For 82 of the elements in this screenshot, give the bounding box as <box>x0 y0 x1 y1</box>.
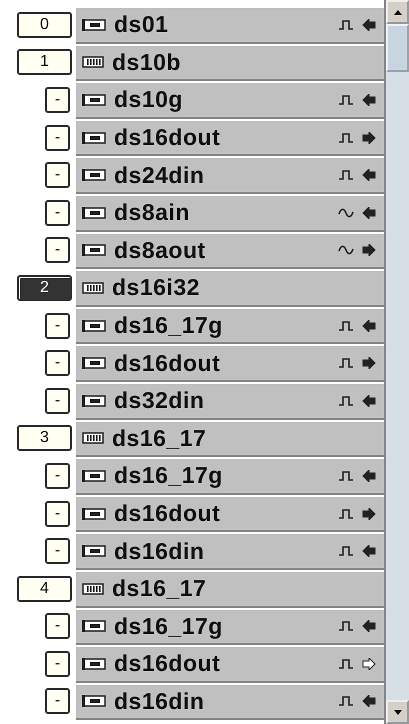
card-icon <box>82 620 106 632</box>
channel-marker[interactable]: - <box>45 462 70 489</box>
device-name: ds16dout <box>114 650 222 678</box>
card-icon <box>82 470 106 482</box>
module-number[interactable]: 3 <box>17 425 72 452</box>
module-row[interactable]: ds01 <box>76 6 384 44</box>
scroll-up-button[interactable] <box>386 0 409 24</box>
channel-marker[interactable]: - <box>45 124 70 151</box>
down-arrow-icon <box>394 710 402 714</box>
device-name: ds16din <box>114 538 206 565</box>
channel-marker[interactable]: - <box>45 86 70 113</box>
connector-icon <box>82 56 104 68</box>
card-icon <box>82 94 106 106</box>
channel-row[interactable]: ds16dout <box>76 645 384 683</box>
device-name: ds16i32 <box>112 274 201 302</box>
device-name: ds24din <box>114 162 206 189</box>
module-number[interactable]: 1 <box>17 49 72 76</box>
scroll-down-button[interactable] <box>386 700 409 724</box>
device-name: ds10b <box>112 48 182 76</box>
card-icon <box>82 695 106 708</box>
channel-row[interactable]: ds16din <box>76 532 384 570</box>
channel-row[interactable]: ds16_17g <box>76 608 384 646</box>
channel-marker[interactable]: - <box>45 312 70 339</box>
device-name: ds16din <box>114 688 206 715</box>
channel-marker[interactable]: - <box>45 388 70 414</box>
channel-row[interactable]: ds16dout <box>76 344 384 382</box>
card-icon <box>82 18 106 31</box>
channel-row[interactable]: ds10g <box>76 81 384 119</box>
connector-icon <box>82 432 104 444</box>
card-icon <box>82 658 106 670</box>
card-icon <box>82 132 106 144</box>
device-name: ds10g <box>114 86 184 114</box>
channel-row[interactable]: ds16dout <box>76 118 384 156</box>
connector-icon <box>82 282 104 294</box>
channel-row[interactable]: ds8ain <box>76 194 384 232</box>
channel-row[interactable]: ds16dout <box>76 494 384 532</box>
channel-marker[interactable]: - <box>45 538 70 564</box>
channel-row[interactable]: ds24din <box>76 156 384 194</box>
channel-row[interactable]: ds16_17g <box>76 457 384 495</box>
scrollbar[interactable] <box>384 0 409 724</box>
module-number[interactable]: 4 <box>17 576 72 602</box>
channel-row[interactable]: ds8aout <box>76 232 384 270</box>
module-number[interactable]: 2 <box>17 274 72 301</box>
channel-marker[interactable]: - <box>45 650 70 677</box>
channel-marker[interactable]: - <box>45 237 70 264</box>
card-icon <box>82 545 106 558</box>
channel-row[interactable]: ds16din <box>76 682 384 720</box>
device-name: ds16_17 <box>112 575 208 602</box>
module-row[interactable]: ds16_17 <box>76 420 384 458</box>
channel-marker[interactable]: - <box>45 162 70 188</box>
scroll-thumb[interactable] <box>386 24 409 72</box>
device-name: ds16dout <box>114 350 222 377</box>
channel-row[interactable]: ds16_17g <box>76 306 384 344</box>
card-icon <box>82 357 106 370</box>
device-name: ds16_17g <box>114 462 224 490</box>
device-name: ds8aout <box>114 236 207 264</box>
device-name: ds16dout <box>114 500 222 528</box>
channel-marker[interactable]: - <box>45 200 70 226</box>
device-name: ds32din <box>114 387 206 414</box>
module-row[interactable]: ds16_17 <box>76 570 384 608</box>
card-icon <box>82 244 106 256</box>
device-name: ds16_17g <box>114 612 224 640</box>
device-name: ds8ain <box>114 199 191 226</box>
device-name: ds01 <box>114 11 170 38</box>
device-name: ds16_17g <box>114 312 224 340</box>
channel-marker[interactable]: - <box>45 500 70 527</box>
card-icon <box>82 206 106 219</box>
card-icon <box>82 508 106 520</box>
device-name: ds16dout <box>114 124 222 152</box>
channel-marker[interactable]: - <box>45 350 70 376</box>
connector-icon <box>82 582 104 595</box>
device-name: ds16_17 <box>112 424 208 452</box>
channel-marker[interactable]: - <box>45 688 70 714</box>
up-arrow-icon <box>394 10 402 14</box>
card-icon <box>82 320 106 332</box>
module-row[interactable]: ds10b <box>76 44 384 82</box>
card-icon <box>82 169 106 182</box>
module-number[interactable]: 0 <box>17 12 72 38</box>
card-icon <box>82 394 106 407</box>
channel-row[interactable]: ds32din <box>76 382 384 420</box>
channel-marker[interactable]: - <box>45 613 70 640</box>
module-row[interactable]: ds16i32 <box>76 269 384 307</box>
